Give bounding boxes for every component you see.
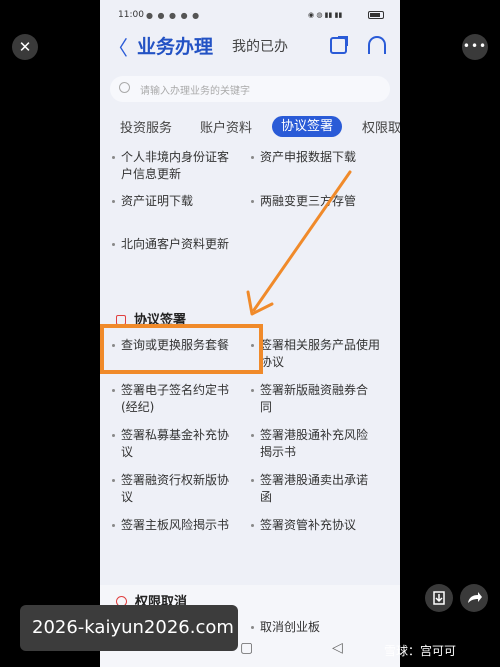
share-button[interactable] xyxy=(460,584,488,612)
save-button[interactable] xyxy=(425,584,453,612)
download-icon xyxy=(433,591,445,605)
more-button[interactable]: ••• xyxy=(462,34,488,60)
watermark-author: 雪球：宫可可 xyxy=(384,644,457,658)
annotation-arrow-icon xyxy=(246,170,352,316)
close-icon: ✕ xyxy=(18,38,32,56)
close-button[interactable]: ✕ xyxy=(12,34,38,60)
phone-screenshot: 11:00 ● ● ● ● ● ◉ ◍ ▮▮ ▮▮ 〈 业务办理 我的已办 请输… xyxy=(100,0,400,667)
more-icon: ••• xyxy=(462,39,488,53)
share-arrow-icon xyxy=(468,592,482,603)
watermark-url: 2026-kaiyun2026.com xyxy=(20,605,238,651)
